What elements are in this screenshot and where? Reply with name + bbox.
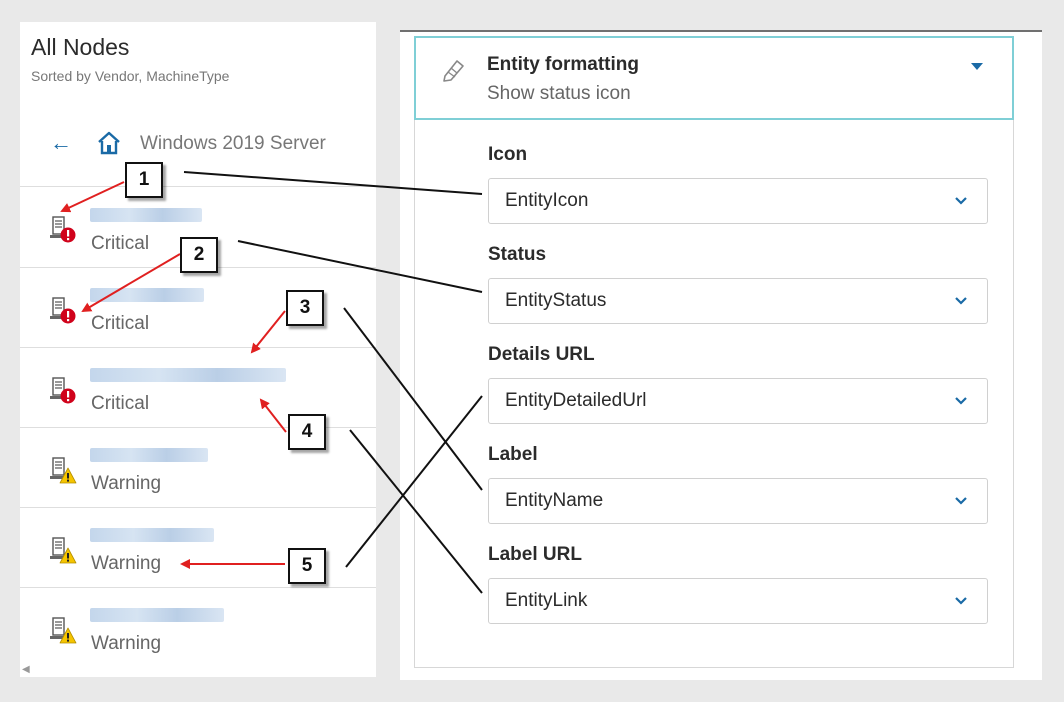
settings-panel: Entity formatting Show status icon Icon … [400, 32, 1042, 680]
chevron-down-icon [955, 597, 967, 605]
status-select[interactable]: EntityStatus [488, 278, 988, 324]
breadcrumb[interactable]: Windows 2019 Server [140, 133, 326, 155]
warning-icon [59, 547, 77, 564]
node-name-redacted[interactable] [90, 288, 204, 302]
chevron-down-icon [955, 297, 967, 305]
callout-3: 3 [286, 290, 324, 326]
caret-down-icon[interactable] [971, 63, 983, 70]
home-icon[interactable] [96, 130, 122, 156]
panel-subtitle: Sorted by Vendor, MachineType [31, 68, 230, 84]
critical-icon [60, 227, 76, 243]
panel-title: All Nodes [31, 34, 130, 60]
pencil-icon [443, 60, 464, 82]
label-field-label: Label [488, 444, 538, 465]
warning-icon [59, 627, 77, 644]
label-select[interactable]: EntityName [488, 478, 988, 524]
critical-icon [60, 308, 76, 324]
entity-formatting-header[interactable]: Entity formatting Show status icon [414, 36, 1014, 120]
node-name-redacted[interactable] [90, 368, 286, 382]
callout-2: 2 [180, 237, 218, 273]
chevron-down-icon [955, 497, 967, 505]
node-name-redacted[interactable] [90, 448, 208, 462]
callout-4: 4 [288, 414, 326, 450]
select-value: EntityName [505, 490, 604, 511]
node-row[interactable]: Warning [20, 588, 376, 668]
node-status: Warning [91, 473, 162, 494]
label-url-field-label: Label URL [488, 544, 582, 565]
details-url-select[interactable]: EntityDetailedUrl [488, 378, 988, 424]
entity-formatting-card: Entity formatting Show status icon Icon … [414, 36, 1014, 668]
select-value: EntityLink [505, 590, 588, 611]
back-arrow-icon[interactable]: ← [50, 132, 72, 154]
scroll-left-icon[interactable]: ◀ [22, 664, 30, 675]
chevron-down-icon [955, 197, 967, 205]
icon-field-label: Icon [488, 144, 528, 165]
node-status: Critical [91, 393, 150, 414]
select-value: EntityDetailedUrl [505, 390, 647, 411]
node-status: Warning [91, 633, 162, 654]
section-title: Entity formatting [487, 54, 639, 75]
critical-icon [60, 388, 76, 404]
chevron-down-icon [955, 397, 967, 405]
select-value: EntityIcon [505, 190, 589, 211]
node-status: Critical [91, 313, 150, 334]
select-value: EntityStatus [505, 290, 607, 311]
status-field-label: Status [488, 244, 547, 265]
section-subtitle: Show status icon [487, 83, 631, 104]
details-url-field-label: Details URL [488, 344, 595, 365]
node-status: Critical [91, 233, 150, 254]
label-url-select[interactable]: EntityLink [488, 578, 988, 624]
node-name-redacted[interactable] [90, 528, 214, 542]
warning-icon [59, 467, 77, 484]
callout-5: 5 [288, 548, 326, 584]
node-status: Warning [91, 553, 162, 574]
node-name-redacted[interactable] [90, 608, 224, 622]
icon-select[interactable]: EntityIcon [488, 178, 988, 224]
node-name-redacted[interactable] [90, 208, 202, 222]
callout-1: 1 [125, 162, 163, 198]
